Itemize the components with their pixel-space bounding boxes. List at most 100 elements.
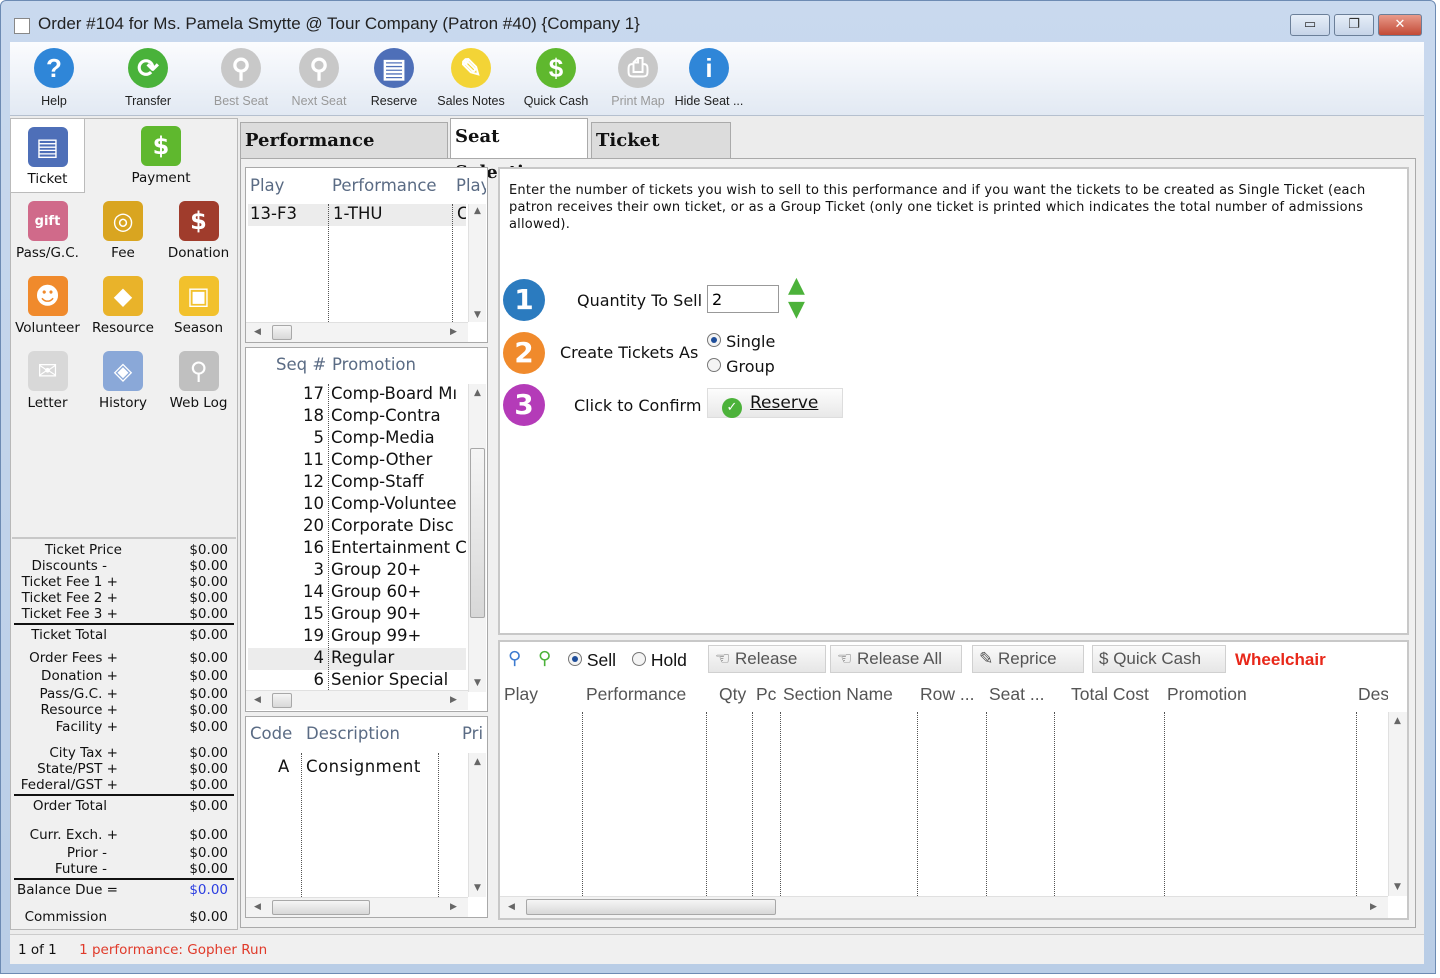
promotion-row[interactable]: 3 Group 20+	[248, 560, 466, 582]
promotion-row[interactable]: 16 Entertainment C	[248, 538, 466, 560]
cart-col-section-name[interactable]: Section Name	[783, 684, 893, 705]
quantity-input[interactable]	[707, 285, 779, 313]
promotion-row[interactable]: 17 Comp-Board Mı	[248, 384, 466, 406]
promotion-row[interactable]: 11 Comp-Other	[248, 450, 466, 472]
summary-row: Discounts - $0.00	[12, 558, 232, 574]
cart-col-seat[interactable]: Seat ...	[989, 684, 1044, 705]
window-title: Order #104 for Ms. Pamela Smytte @ Tour …	[38, 14, 640, 33]
nav-history[interactable]: ◈ History	[86, 343, 161, 418]
cell-code[interactable]: A	[278, 757, 289, 776]
col-price[interactable]: Pri	[462, 724, 488, 743]
toolbar-help-button[interactable]: ? Help	[14, 46, 94, 108]
minimize-button[interactable]: ▭	[1290, 14, 1330, 36]
toolbar-print-map-button[interactable]: ⎙ Print Map	[598, 46, 678, 108]
horizontal-scrollbar[interactable]: ◀ ▶	[500, 896, 1388, 918]
nav-season[interactable]: ▣ Season	[161, 268, 236, 343]
cart-col-performance[interactable]: Performance	[586, 684, 686, 705]
quantity-down-icon[interactable]: ▼	[788, 299, 805, 321]
toolbar-sales-notes-button[interactable]: ✎ Sales Notes	[431, 46, 511, 108]
column-divider	[780, 712, 781, 896]
nav-letter[interactable]: ✉ Letter	[10, 343, 85, 418]
nav-label: Fee	[111, 245, 135, 261]
performance-list[interactable]: Play Performance Play 13-F3 1-THU C ▲ ▼ ◀…	[245, 167, 488, 343]
create-tickets-label: Create Tickets As	[560, 343, 699, 362]
nav-volunteer[interactable]: ☻ Volunteer	[10, 268, 85, 343]
promotion-list[interactable]: Seq # Promotion 17 Comp-Board Mı 18 Comp-Co…	[245, 347, 488, 712]
zoom-in-icon[interactable]: ⚲	[538, 648, 551, 669]
horizontal-scrollbar[interactable]: ◀ ▶	[246, 690, 468, 710]
col-promotion[interactable]: Promotion	[332, 355, 416, 374]
promotion-row[interactable]: 19 Group 99+	[248, 626, 466, 648]
cell-promotion: Comp-Staff	[331, 472, 424, 491]
nav-pass-g-c[interactable]: gift Pass/G.C.	[10, 193, 85, 268]
toolbar-hide-seat-button[interactable]: i Hide Seat ...	[669, 46, 749, 108]
cell-promotion: Comp-Contra	[331, 406, 441, 425]
wheelchair-link[interactable]: Wheelchair	[1235, 650, 1326, 670]
close-button[interactable]: ✕	[1378, 14, 1422, 36]
cart-col-desc[interactable]: Desc	[1358, 684, 1388, 705]
nav-web-log[interactable]: ⚲ Web Log	[161, 343, 236, 418]
nav-resource[interactable]: ◆ Resource	[86, 268, 161, 343]
toolbar-best-seat-button[interactable]: ⚲ Best Seat	[201, 46, 281, 108]
radio-single[interactable]: Single	[707, 332, 775, 351]
toolbar-label: Hide Seat ...	[674, 94, 744, 108]
promotion-row[interactable]: 12 Comp-Staff	[248, 472, 466, 494]
promotion-row[interactable]: 14 Group 60+	[248, 582, 466, 604]
zoom-out-icon[interactable]: ⚲	[508, 648, 521, 669]
radio-group[interactable]: Group	[707, 357, 775, 376]
promotion-row[interactable]: 20 Corporate Disc	[248, 516, 466, 538]
promotion-row[interactable]: 10 Comp-Voluntee	[248, 494, 466, 516]
vertical-scrollbar[interactable]: ▲ ▼	[468, 204, 486, 322]
promotion-row[interactable]: 6 Senior Special	[248, 670, 466, 692]
promotion-row[interactable]: 18 Comp-Contra	[248, 406, 466, 428]
toolbar-quick-cash-button[interactable]: $ Quick Cash	[516, 46, 596, 108]
nav-donation[interactable]: $ Donation	[161, 193, 236, 268]
summary-value: $0.00	[189, 777, 228, 793]
vertical-scrollbar[interactable]: ▲ ▼	[1388, 712, 1407, 896]
nav-ticket[interactable]: ▤ Ticket	[10, 118, 85, 193]
release-button[interactable]: ☜ Release	[708, 645, 826, 673]
promotion-row[interactable]: 15 Group 90+	[248, 604, 466, 626]
step-1-badge: 1	[503, 279, 545, 321]
summary-label: Commission	[24, 909, 107, 925]
cart-col-pc[interactable]: Pc	[756, 684, 776, 705]
quick-cash-button[interactable]: $ Quick Cash	[1092, 645, 1226, 673]
col-seq[interactable]: Seq #	[276, 355, 326, 374]
promotion-row[interactable]: 5 Comp-Media	[248, 428, 466, 450]
toolbar-transfer-button[interactable]: ⟳ Transfer	[108, 46, 188, 108]
col-play-2[interactable]: Play	[456, 176, 486, 195]
cart-col-promotion[interactable]: Promotion	[1167, 684, 1247, 705]
maximize-button[interactable]: ❐	[1334, 14, 1374, 36]
cell-description[interactable]: Consignment	[306, 757, 421, 776]
release-all-button[interactable]: ☜ Release All	[830, 645, 962, 673]
radio-single-label: Single	[726, 332, 776, 351]
vertical-scrollbar[interactable]: ▲ ▼	[468, 384, 486, 692]
quantity-up-icon[interactable]: ▲	[788, 275, 805, 297]
tab-performance-selection[interactable]: Performance Selection	[240, 122, 448, 187]
col-performance[interactable]: Performance	[332, 176, 437, 195]
nav-payment[interactable]: $ Payment	[85, 118, 237, 193]
cart-col-row[interactable]: Row ...	[920, 684, 974, 705]
cart-col-qty[interactable]: Qty	[719, 684, 746, 705]
reprice-button[interactable]: ✎ Reprice	[972, 645, 1084, 673]
mode-sell[interactable]: Sell	[568, 650, 616, 671]
nav-fee[interactable]: ◎ Fee	[86, 193, 161, 268]
col-play[interactable]: Play	[250, 176, 284, 195]
col-code[interactable]: Code	[250, 724, 292, 743]
promotion-row[interactable]: 4 Regular	[248, 648, 466, 670]
col-description[interactable]: Description	[306, 724, 400, 743]
tab-ticket-review[interactable]: Ticket Review	[591, 122, 731, 187]
cart-col-play[interactable]: Play	[504, 684, 538, 705]
code-list[interactable]: Code Description Pri A Consignment ▲ ▼ ◀ ▶	[245, 716, 488, 918]
horizontal-scrollbar[interactable]: ◀ ▶	[246, 897, 468, 917]
performance-row[interactable]: 13-F3 1-THU C	[248, 204, 466, 226]
toolbar-next-seat-button[interactable]: ⚲ Next Seat	[279, 46, 359, 108]
toolbar-reserve-button[interactable]: ▤ Reserve	[354, 46, 434, 108]
horizontal-scrollbar[interactable]: ◀ ▶	[246, 322, 468, 342]
mode-hold[interactable]: Hold	[632, 650, 687, 671]
box-icon: ▣	[178, 276, 219, 316]
vertical-scrollbar[interactable]: ▲ ▼	[468, 753, 486, 897]
cart-col-total-cost[interactable]: Total Cost	[1071, 684, 1149, 705]
reserve-button[interactable]: ✓ Reserve	[707, 388, 843, 418]
tab-seat-selection[interactable]: Seat Selection	[450, 118, 588, 183]
